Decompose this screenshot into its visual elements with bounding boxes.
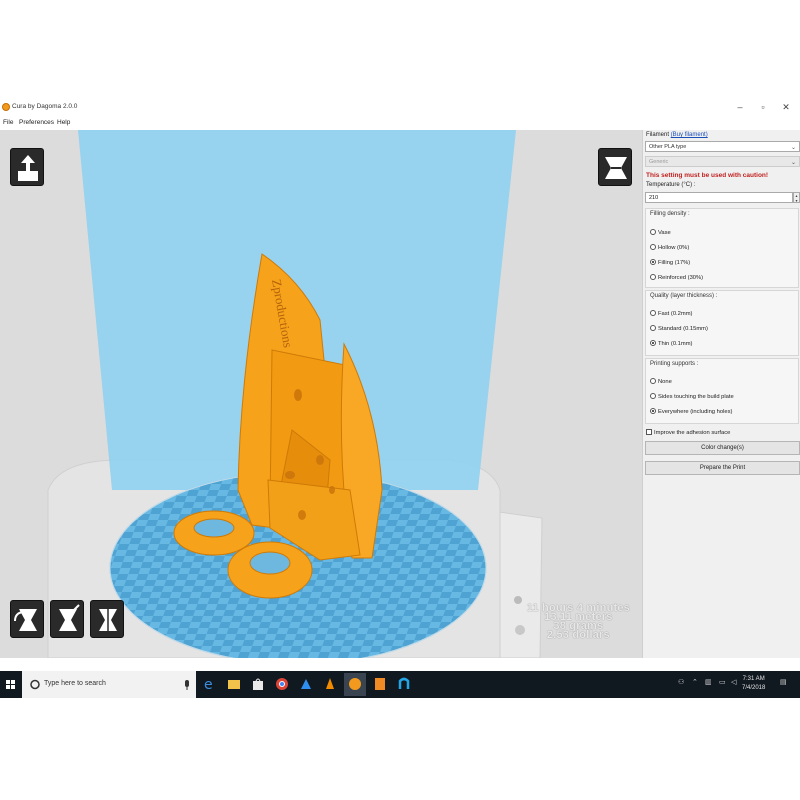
app-icon-cyan[interactable]: [396, 676, 412, 692]
temperature-input[interactable]: 210: [645, 192, 793, 203]
supports-option-none[interactable]: None: [650, 378, 672, 385]
vlc-icon[interactable]: [322, 676, 338, 692]
view-mode-icon: [605, 157, 627, 179]
rotate-icon: [14, 609, 37, 631]
chevron-down-icon: ⌄: [790, 145, 796, 151]
scale-button[interactable]: [50, 600, 84, 638]
windows-logo-icon: [6, 680, 15, 689]
taskbar: Type here to search e ⚇ ⌃ ▥ ▭ ◁ 7:31 AM …: [0, 671, 800, 698]
filament-label-row: Filament (Buy filament): [646, 132, 708, 138]
quality-option-fast[interactable]: Fast (0.2mm): [650, 310, 692, 317]
taskbar-search-box[interactable]: Type here to search: [22, 671, 196, 698]
clock-date: 7/4/2018: [742, 685, 766, 691]
people-icon[interactable]: ⚇: [678, 678, 684, 686]
density-option-vase[interactable]: Vase: [650, 229, 671, 236]
menu-file[interactable]: File: [3, 119, 13, 126]
quality-option-standard[interactable]: Standard (0.15mm): [650, 325, 708, 332]
maximize-button[interactable]: ▫: [757, 102, 769, 112]
checkbox-icon: [646, 429, 652, 435]
radio-icon: [650, 325, 656, 331]
radio-icon: [650, 244, 656, 250]
radio-selected-icon: [650, 408, 656, 414]
rotate-button[interactable]: [10, 600, 44, 638]
density-option-filling[interactable]: Filling (17%): [650, 259, 690, 266]
chrome-icon[interactable]: [274, 676, 290, 692]
title-bar: Cura by Dagoma 2.0.0 – ▫ ✕: [0, 98, 800, 118]
cura-taskbar-icon[interactable]: [347, 676, 363, 692]
print-cost: 2.53 dollars: [546, 629, 610, 641]
radio-icon: [650, 310, 656, 316]
notifications-icon[interactable]: ▤: [780, 678, 787, 686]
density-option-hollow[interactable]: Hollow (0%): [650, 244, 689, 251]
app-icon-orange[interactable]: [372, 676, 388, 692]
chevron-up-icon[interactable]: ⌃: [692, 678, 698, 686]
close-button[interactable]: ✕: [780, 102, 792, 112]
quality-title: Quality (layer thickness) :: [650, 293, 718, 299]
store-icon[interactable]: [250, 676, 266, 692]
caution-warning: This setting must be used with caution!: [646, 172, 769, 179]
radio-selected-icon: [650, 259, 656, 265]
load-icon: [18, 155, 38, 181]
app-icon-blue[interactable]: [298, 676, 314, 692]
window-title: Cura by Dagoma 2.0.0: [12, 103, 78, 110]
temperature-label: Temperature (°C) :: [646, 182, 696, 188]
mirror-button[interactable]: [90, 600, 124, 638]
prepare-print-button[interactable]: Prepare the Print: [645, 461, 800, 475]
buy-filament-link[interactable]: (Buy filament): [671, 132, 708, 138]
search-placeholder: Type here to search: [44, 680, 106, 687]
filament-sub-value: Generic: [649, 159, 669, 165]
microphone-icon: [185, 680, 189, 690]
supports-option-sides[interactable]: Sides touching the build plate: [650, 393, 734, 400]
print-estimate: 11 hours 4 minutes 13.11 meters 38 grams…: [527, 603, 630, 641]
clock-time: 7:31 AM: [742, 676, 765, 682]
volume-icon[interactable]: ◁: [731, 678, 736, 686]
menu-help[interactable]: Help: [57, 119, 70, 126]
scale-icon: [59, 604, 80, 631]
scene-canvas: Zproductions: [0, 130, 642, 658]
load-model-button[interactable]: [10, 148, 44, 186]
color-change-button[interactable]: Color change(s): [645, 441, 800, 455]
radio-selected-icon: [650, 340, 656, 346]
filament-select-value: Other PLA type: [649, 144, 687, 150]
filament-label: Filament: [646, 132, 670, 138]
chevron-down-icon: ⌄: [790, 160, 796, 166]
radio-icon: [650, 274, 656, 280]
menu-bar: File Preferences Help: [0, 118, 800, 130]
radio-icon: [650, 378, 656, 384]
system-clock[interactable]: 7:31 AM 7/4/2018: [742, 675, 765, 693]
density-option-reinforced[interactable]: Reinforced (30%): [650, 274, 703, 281]
minimize-button[interactable]: –: [734, 102, 746, 112]
quality-group: Quality (layer thickness) : Fast (0.2mm)…: [645, 290, 799, 356]
view-mode-button[interactable]: [598, 148, 632, 186]
battery-icon[interactable]: ▭: [719, 678, 726, 686]
app-screen: Cura by Dagoma 2.0.0 – ▫ ✕ File Preferen…: [0, 98, 800, 698]
quality-option-thin[interactable]: Thin (0.1mm): [650, 340, 692, 347]
file-explorer-icon[interactable]: [226, 676, 242, 692]
filling-density-title: Filling density :: [650, 211, 690, 217]
settings-panel: Filament (Buy filament) Other PLA type ⌄…: [642, 130, 800, 658]
radio-icon: [650, 393, 656, 399]
temperature-spinner[interactable]: ▴ ▾: [793, 192, 800, 203]
cura-logo-icon: [2, 103, 10, 111]
printing-supports-title: Printing supports :: [650, 361, 699, 367]
3d-viewport[interactable]: Zproductions 11 hours 4 minutes 13.11 me…: [0, 130, 642, 658]
menu-preferences[interactable]: Preferences: [19, 119, 54, 126]
supports-option-everywhere[interactable]: Everywhere (including holes): [650, 408, 732, 415]
network-icon[interactable]: ▥: [705, 678, 712, 686]
edge-icon[interactable]: e: [202, 676, 218, 692]
filament-select[interactable]: Other PLA type ⌄: [645, 141, 800, 152]
adhesion-label: Improve the adhesion surface: [654, 430, 731, 436]
adhesion-checkbox[interactable]: Improve the adhesion surface: [646, 429, 730, 436]
cortana-icon: [30, 679, 40, 690]
filling-density-group: Filling density : Vase Hollow (0%) Filli…: [645, 208, 799, 288]
svg-text:e: e: [204, 677, 213, 692]
filament-sub-select: Generic ⌄: [645, 156, 800, 167]
mirror-icon: [99, 605, 117, 635]
start-button[interactable]: [0, 671, 22, 698]
printing-supports-group: Printing supports : None Sides touching …: [645, 358, 799, 424]
radio-icon: [650, 229, 656, 235]
